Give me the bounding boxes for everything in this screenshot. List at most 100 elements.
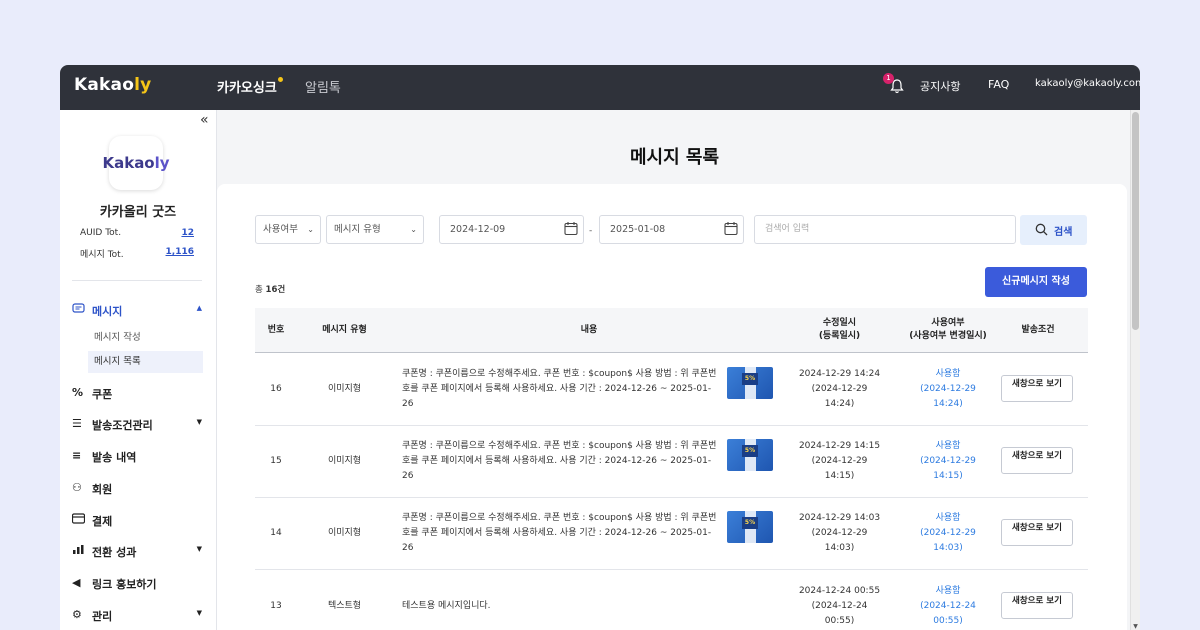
usage-select-value: 사용여부 (263, 224, 298, 235)
top-navbar: Kakaoly 카카오싱크 알림톡 1 공지사항 FAQ kakaoly@kak… (60, 65, 1140, 110)
calendar-icon[interactable] (724, 221, 738, 236)
table-header: 번호 메시지 유형 내용 수정일시 (등록일시) 사용여부 (사용여부 변경일시… (255, 308, 1088, 353)
usage-status[interactable]: 사용함 (936, 511, 961, 526)
submenu-message-list[interactable]: 메시지 목록 (88, 351, 203, 373)
modified-date: 2024-12-24 00:55 (798, 585, 881, 596)
members-icon: ⚇ (72, 481, 82, 494)
row-usage: 사용함 (2024-12-29 14:03) (893, 497, 1003, 569)
usage-date: (2024-12-29 14:03) (920, 527, 976, 553)
submenu-message-write[interactable]: 메시지 작성 (88, 327, 203, 349)
coupon-thumbnail: 5% (727, 439, 773, 471)
row-modified: 2024-12-29 14:24 (2024-12-29 14:24) (786, 353, 893, 425)
sidebar-item-message[interactable]: 메시지 ▲ (72, 302, 202, 320)
sidebar-item-label: 관리 (92, 610, 113, 623)
thumb-label: 5% (742, 445, 758, 457)
search-button[interactable]: 검색 (1020, 215, 1087, 245)
sidebar-item-label: 결제 (92, 515, 113, 528)
date-to-value: 2025-01-08 (610, 224, 666, 235)
list-card: 사용여부 ⌄ 메시지 유형 ⌄ 2024-12-09 - 2025-01-08 검색… (217, 184, 1127, 630)
col-type: 메시지 유형 (322, 324, 367, 335)
bar-chart-icon (72, 544, 86, 558)
chevron-down-icon: ⌄ (410, 225, 417, 234)
usage-select[interactable]: 사용여부 ⌄ (255, 215, 321, 244)
scrollbar-thumb[interactable] (1132, 112, 1139, 330)
type-select-value: 메시지 유형 (334, 224, 381, 235)
modified-date: 2024-12-29 14:03 (798, 512, 881, 523)
sidebar-item-send-history[interactable]: ≡ 발송 내역 (72, 448, 202, 466)
chevron-up-icon: ▲ (196, 304, 202, 312)
date-to-field[interactable]: 2025-01-08 (599, 215, 744, 244)
table-row: 15 이미지형 쿠폰명 : 쿠폰이름으로 수정해주세요. 쿠폰 번호 : $coup… (255, 425, 1088, 498)
thumb-label: 5% (742, 517, 758, 529)
row-number: 14 (270, 527, 282, 538)
filter-search-icon: ☰ (72, 417, 82, 430)
sidebar-item-link-promo[interactable]: ◀ 링크 홍보하기 (72, 575, 202, 593)
sidebar-item-coupon[interactable]: % 쿠폰 (72, 385, 202, 403)
chevron-down-icon: ▼ (196, 545, 202, 553)
row-number: 15 (270, 455, 282, 466)
usage-status[interactable]: 사용함 (936, 584, 961, 599)
gear-icon: ⚙ (72, 608, 82, 621)
table-row: 16 이미지형 쿠폰명 : 쿠폰이름으로 수정해주세요. 쿠폰 번호 : $coup… (255, 353, 1088, 426)
collapse-sidebar-button[interactable]: « (200, 112, 209, 128)
usage-date: (2024-12-24 00:55) (920, 600, 976, 626)
row-type: 이미지형 (327, 455, 362, 466)
sidebar-item-members[interactable]: ⚇ 회원 (72, 480, 202, 498)
usage-date: (2024-12-29 14:15) (920, 455, 976, 481)
stat-auid-value[interactable]: 12 (181, 228, 194, 238)
sidebar-item-payment[interactable]: 결제 (71, 512, 202, 530)
row-usage: 사용함 (2024-12-29 14:15) (893, 425, 1003, 497)
col-modified: 수정일시 (등록일시) (818, 318, 861, 341)
usage-status[interactable]: 사용함 (936, 367, 961, 382)
scroll-down-icon[interactable]: ▼ (1132, 623, 1139, 630)
percent-icon: % (72, 386, 84, 399)
search-input[interactable]: 검색어 입력 (754, 215, 1016, 244)
search-button-label: 검색 (1054, 227, 1073, 238)
row-type: 텍스트형 (327, 600, 362, 611)
sidebar-item-send-conditions[interactable]: ☰ 발송조건관리 ▼ (72, 416, 202, 434)
nav-alimtalk[interactable]: 알림톡 (305, 77, 341, 96)
registered-date: (2024-12-24 00:55) (811, 600, 868, 626)
type-select[interactable]: 메시지 유형 ⌄ (326, 215, 424, 244)
view-new-window-button[interactable]: 새창으로 보기 (1001, 375, 1073, 402)
avatar: Kakao ly (102, 136, 170, 190)
stat-messages-value[interactable]: 1,116 (166, 247, 194, 257)
account-link[interactable]: kakaoly@kakaoly.com (1035, 78, 1140, 89)
row-type: 이미지형 (327, 527, 362, 538)
date-from-field[interactable]: 2024-12-09 (439, 215, 584, 244)
date-separator: - (589, 226, 593, 236)
usage-status[interactable]: 사용함 (936, 439, 961, 454)
row-number: 16 (270, 383, 282, 394)
table-row: 14 이미지형 쿠폰명 : 쿠폰이름으로 수정해주세요. 쿠폰 번호 : $coup… (255, 497, 1088, 570)
sidebar-item-label: 쿠폰 (92, 388, 113, 401)
notice-link[interactable]: 공지사항 (920, 78, 960, 94)
calendar-icon[interactable] (564, 221, 578, 236)
row-usage: 사용함 (2024-12-24 00:55) (893, 570, 1003, 630)
logo[interactable]: Kakaoly (74, 75, 151, 95)
sidebar-item-settings[interactable]: ⚙ 관리 ▼ (72, 607, 202, 625)
total-value: 16건 (265, 285, 286, 295)
date-from-value: 2024-12-09 (450, 224, 506, 235)
thumb-label: 5% (742, 373, 758, 385)
sidebar-item-conversion[interactable]: 전환 성과 ▼ (72, 543, 202, 561)
chat-icon (72, 303, 86, 318)
sidebar-item-label: 발송 내역 (92, 451, 137, 464)
row-content: 쿠폰명 : 쿠폰이름으로 수정해주세요. 쿠폰 번호 : $coupon$ 사용… (402, 368, 717, 409)
new-message-button[interactable]: 신규메시지 작성 (985, 267, 1087, 297)
notification-badge: 1 (883, 73, 894, 84)
logo-accent: ly (134, 75, 152, 95)
usage-date: (2024-12-29 14:24) (920, 383, 976, 409)
sidebar-item-label: 메시지 (92, 305, 123, 318)
stat-messages: 메시지 Tot. 1,116 (80, 247, 194, 260)
row-usage: 사용함 (2024-12-29 14:24) (893, 353, 1003, 425)
sidebar: « Kakao ly 카카올리 굿즈 AUID Tot. 12 메시지 Tot. 1,… (60, 110, 217, 630)
main-content: 메시지 목록 사용여부 ⌄ 메시지 유형 ⌄ 2024-12-09 - 2025-0… (217, 110, 1132, 630)
view-new-window-button[interactable]: 새창으로 보기 (1001, 447, 1073, 474)
chevron-down-icon: ⌄ (307, 225, 314, 234)
row-content: 쿠폰명 : 쿠폰이름으로 수정해주세요. 쿠폰 번호 : $coupon$ 사용… (402, 512, 717, 553)
scrollbar[interactable]: ▼ (1130, 110, 1140, 630)
faq-link[interactable]: FAQ (988, 78, 1009, 91)
view-new-window-button[interactable]: 새창으로 보기 (1001, 592, 1073, 619)
view-new-window-button[interactable]: 새창으로 보기 (1001, 519, 1073, 546)
nav-kakaosync[interactable]: 카카오싱크 (217, 77, 283, 96)
